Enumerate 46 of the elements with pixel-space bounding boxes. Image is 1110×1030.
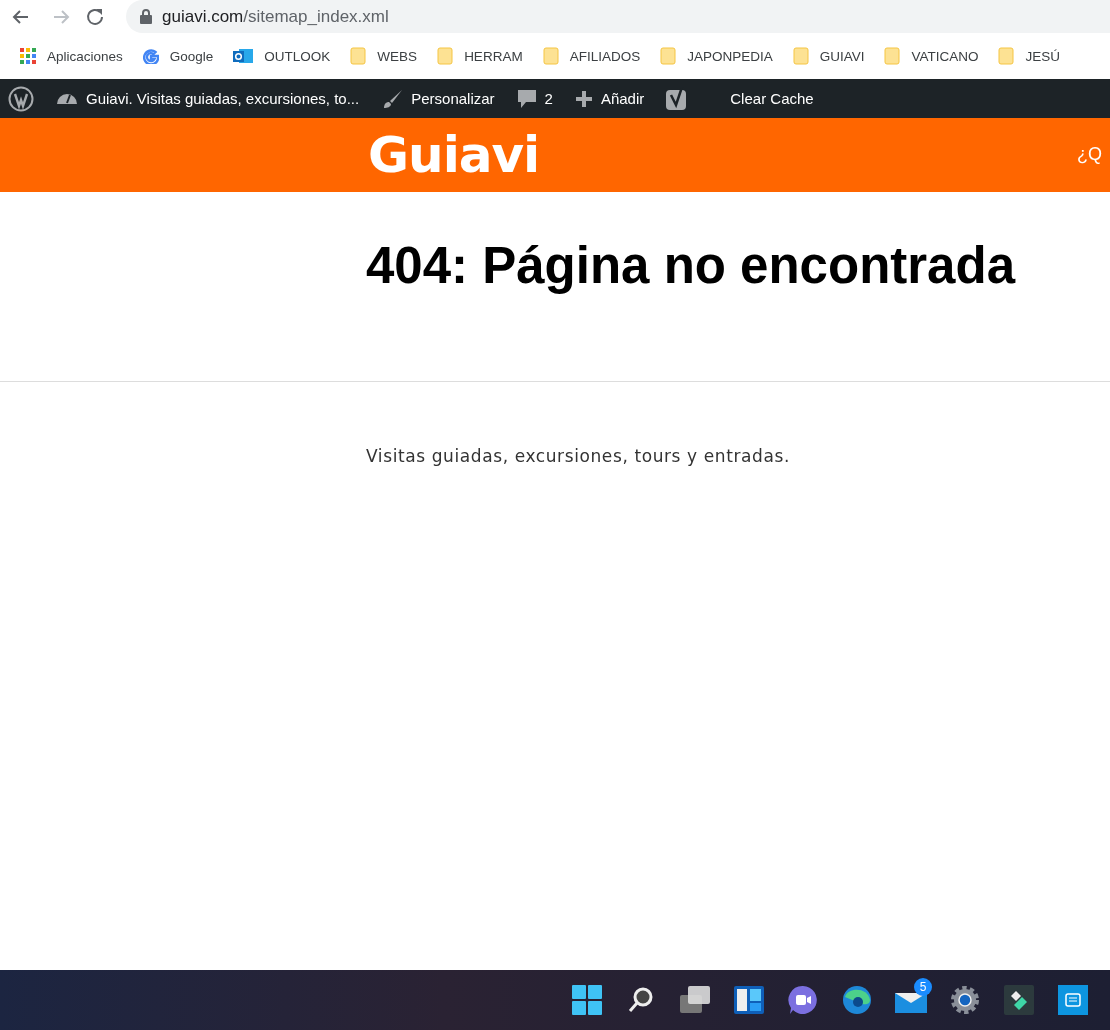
printer-app-icon — [1058, 985, 1088, 1015]
g-letter-icon — [142, 48, 159, 64]
diamond-app-icon — [1004, 985, 1034, 1015]
plus-icon — [574, 89, 593, 108]
admin-bar-item[interactable]: Añadir — [574, 89, 645, 108]
site-tagline: Visitas guiadas, excursiones, tours y entradas. — [366, 446, 791, 466]
admin-bar-item[interactable] — [8, 85, 34, 112]
admin-bar-item[interactable]: Guiavi. Visitas guiadas, excursiones, to... — [56, 90, 360, 107]
admin-bar-item[interactable]: Clear Cache — [730, 90, 814, 107]
folder-icon — [998, 47, 1015, 65]
bookmark-link[interactable]: JAPONPEDIA — [660, 47, 773, 65]
folder-icon — [542, 47, 559, 65]
bookmark-link[interactable]: JESÚ — [998, 47, 1060, 65]
page-title: 404: Página no encontrada — [366, 236, 1017, 295]
mail-o-icon — [233, 47, 254, 65]
apps-grid-icon — [20, 48, 36, 64]
windows-logo-icon — [572, 985, 602, 1015]
admin-bar-item[interactable]: Personalizar — [381, 88, 495, 109]
bookmark-link[interactable]: GUIAVI — [792, 47, 865, 65]
lock-icon — [140, 9, 152, 24]
notification-count: 5 — [914, 978, 932, 996]
folder-icon — [884, 47, 901, 65]
folder-icon — [660, 47, 677, 65]
bookmark-link[interactable]: HERRAM — [437, 47, 523, 65]
overlapping-windows-icon — [680, 986, 710, 1014]
edge-browser-icon — [842, 985, 872, 1015]
settings-icon — [950, 985, 980, 1015]
address-bar[interactable]: guiavi.com/sitemap_index.xml — [126, 0, 1110, 33]
bookmark-link[interactable]: Google — [142, 48, 214, 64]
wordpress-logo-icon — [8, 85, 34, 112]
gauge-icon — [56, 92, 78, 105]
folder-icon — [792, 47, 809, 65]
admin-bar-item[interactable]: 2 — [516, 87, 553, 110]
bookmark-link[interactable]: Aplicaciones — [20, 48, 123, 64]
bookmark-link[interactable]: VATICANO — [884, 47, 979, 65]
folder-icon — [350, 47, 367, 65]
widgets-panel-icon — [734, 986, 764, 1014]
folder-icon — [437, 47, 454, 65]
url-text: guiavi.com/sitemap_index.xml — [162, 6, 389, 27]
search-icon — [627, 986, 655, 1014]
brush-icon — [381, 88, 404, 109]
bookmark-link[interactable]: WEBS — [350, 47, 418, 65]
bookmark-link[interactable]: OUTLOOK — [233, 47, 331, 65]
bookmark-link[interactable]: AFILIADOS — [542, 47, 641, 65]
video-chat-icon — [788, 985, 818, 1015]
speech-bubble-icon — [516, 87, 537, 110]
